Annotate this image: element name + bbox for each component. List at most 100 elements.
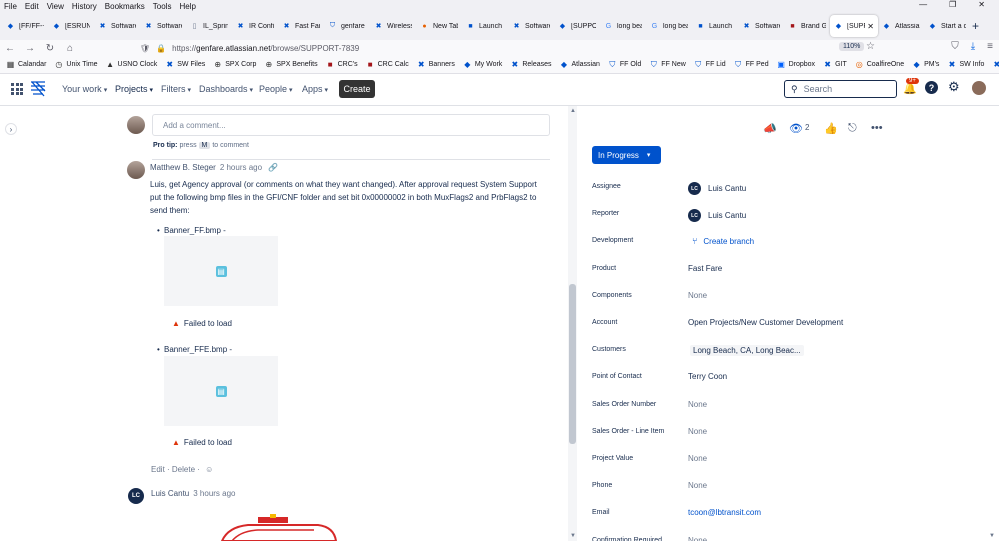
menu-tools[interactable]: Tools [153,2,172,11]
browser-tab[interactable]: ◆ [SUPP✕ [830,15,878,37]
browser-tab[interactable]: ■ Launch [692,15,738,37]
thumbs-up-icon[interactable]: 👍 [824,122,838,135]
back-icon[interactable]: ← [0,43,20,54]
browser-tab[interactable]: ◆ [ESRUN [48,15,94,37]
field-value[interactable]: Fast Fare [688,264,722,273]
lock-icon[interactable]: 🔒 [156,44,166,53]
menu-view[interactable]: View [47,2,64,11]
bookmark-item[interactable]: ⊕ SPX Corp [213,60,256,69]
bookmark-item[interactable]: ◆ My Work [463,60,502,69]
field-value[interactable]: None [688,427,707,436]
browser-tab[interactable]: ■ Brand G [784,15,830,37]
nav-apps[interactable]: Apps ▾ [302,84,328,94]
comment-actions-text[interactable]: Edit · Delete · [151,465,200,474]
browser-tab[interactable]: ◆ [SUPPOR [554,15,600,37]
bookmark-star-icon[interactable]: ☆ [866,41,875,52]
jira-logo[interactable] [30,80,46,98]
comment-input[interactable]: Add a comment... [152,114,550,136]
gear-icon[interactable]: ⚙ [948,79,960,95]
nav-filters[interactable]: Filters ▾ [161,84,191,94]
new-tab-icon[interactable]: + [972,19,979,33]
field-value[interactable]: None [688,454,707,463]
bookmark-item[interactable]: ⛉ FF Ped [734,60,768,69]
menu-file[interactable]: File [4,2,17,11]
field-value[interactable]: Long Beach, CA, Long Beac... [688,345,804,356]
minimize-icon[interactable]: — [919,0,927,9]
nav-people[interactable]: People ▾ [259,84,293,94]
comment-author[interactable]: Matthew B. Steger [150,163,216,172]
bookmark-item[interactable]: ✖ SW Info [947,60,985,69]
bookmark-item[interactable]: ✖ GIT [823,60,847,69]
emoji-icon[interactable]: ☺ [205,465,213,474]
expand-sidebar-button[interactable]: › [5,123,17,135]
pocket-icon[interactable]: ⛉ [951,41,959,52]
download-icon[interactable]: ⤓ [971,41,975,52]
scroll-thumb[interactable] [569,284,576,444]
scroll-up-icon[interactable]: ▲ [570,108,576,114]
bookmark-item[interactable]: ■ CRC Calc [366,60,409,69]
field-value[interactable]: None [688,536,707,541]
browser-tab[interactable]: Glong bea [600,15,646,37]
menu-history[interactable]: History [72,2,97,11]
bookmark-item[interactable]: ◆ PM's [912,60,940,69]
forward-icon[interactable]: → [20,43,40,54]
create-button[interactable]: Create [339,80,375,98]
scroll-down-icon[interactable]: ▼ [989,533,995,539]
browser-tab[interactable]: ✖ Fast Fare [278,15,324,37]
home-icon[interactable]: ⌂ [60,43,80,54]
menu-hamburger-icon[interactable]: ≡ [987,41,993,52]
field-value[interactable]: Open Projects/New Customer Development [688,318,843,327]
field-value[interactable]: None [688,481,707,490]
bookmark-item[interactable]: ▲ USNO Clock [106,60,157,69]
scroll-down-icon[interactable]: ▼ [570,533,576,539]
menu-bookmarks[interactable]: Bookmarks [105,2,145,11]
share-icon[interactable]: ⎋ [848,122,857,135]
browser-tab[interactable]: ⛉ genfare [324,15,370,37]
menu-help[interactable]: Help [179,2,195,11]
bookmark-item[interactable]: ⛉ FF New [649,60,686,69]
more-icon[interactable]: ••• [871,122,883,134]
nav-projects[interactable]: Projects ▾ [115,84,153,94]
bookmark-item[interactable]: ▣ Dropbox [777,60,815,69]
bookmark-item[interactable]: ▦ Calandar [6,60,47,69]
field-value[interactable]: None [688,291,707,300]
field-value[interactable]: tcoon@lbtransit.com [688,508,761,517]
bookmark-item[interactable]: ⛉ FF Lid [694,60,725,69]
field-value[interactable]: LC Luis Cantu [688,182,746,195]
browser-tab[interactable]: ✖ Software [508,15,554,37]
browser-tab[interactable]: ◆ Start a d [924,15,970,37]
bookmark-item[interactable]: ◎ CoalfireOne [855,60,904,69]
bookmark-item[interactable]: ◷ Unix Time [54,60,97,69]
field-value[interactable]: Terry Coon [688,372,727,381]
comment-author-avatar[interactable] [127,161,145,179]
field-value[interactable]: LC Luis Cantu [688,209,746,222]
bookmark-item[interactable]: ✖ Releases [510,60,551,69]
comment-time[interactable]: 2 hours ago [220,163,262,172]
browser-tab[interactable]: ■ Launch [462,15,508,37]
menu-edit[interactable]: Edit [25,2,39,11]
shield-icon[interactable]: 🛡 [140,44,150,53]
comment-author[interactable]: Luis Cantu [151,489,189,498]
field-value[interactable]: ⑂ Create branch [688,236,754,246]
reload-icon[interactable]: ↻ [40,43,60,54]
help-icon[interactable]: ? [925,81,938,94]
browser-tab[interactable]: ▯ IL_Springfield [186,15,232,37]
bookmark-item[interactable]: ■ CRC's [326,60,358,69]
browser-tab[interactable]: ● New Tab [416,15,462,37]
browser-tab[interactable]: ✖ IR Config [232,15,278,37]
close-tab-icon[interactable]: ✕ [867,22,874,31]
status-button[interactable]: In Progress ▾ [592,146,661,164]
search-input[interactable]: ⚲ Search [784,80,897,98]
browser-tab[interactable]: Glong bea [646,15,692,37]
browser-tab[interactable]: ✖ Software [94,15,140,37]
bookmark-item[interactable]: ✖ Banners [417,60,455,69]
watch-eye-icon[interactable]: 👁 [789,122,803,135]
browser-tab[interactable]: ✖ Wireless [370,15,416,37]
browser-tab[interactable]: ✖ Software [140,15,186,37]
bookmark-item[interactable]: ⊕ SPX Benefits [264,60,318,69]
field-value[interactable]: None [688,400,707,409]
megaphone-icon[interactable]: 📣 [763,122,777,135]
browser-tab[interactable]: ◆ [FF/FF-+ [2,15,48,37]
app-switcher-icon[interactable] [11,83,23,95]
attachment-preview[interactable]: ▤ [164,236,278,306]
